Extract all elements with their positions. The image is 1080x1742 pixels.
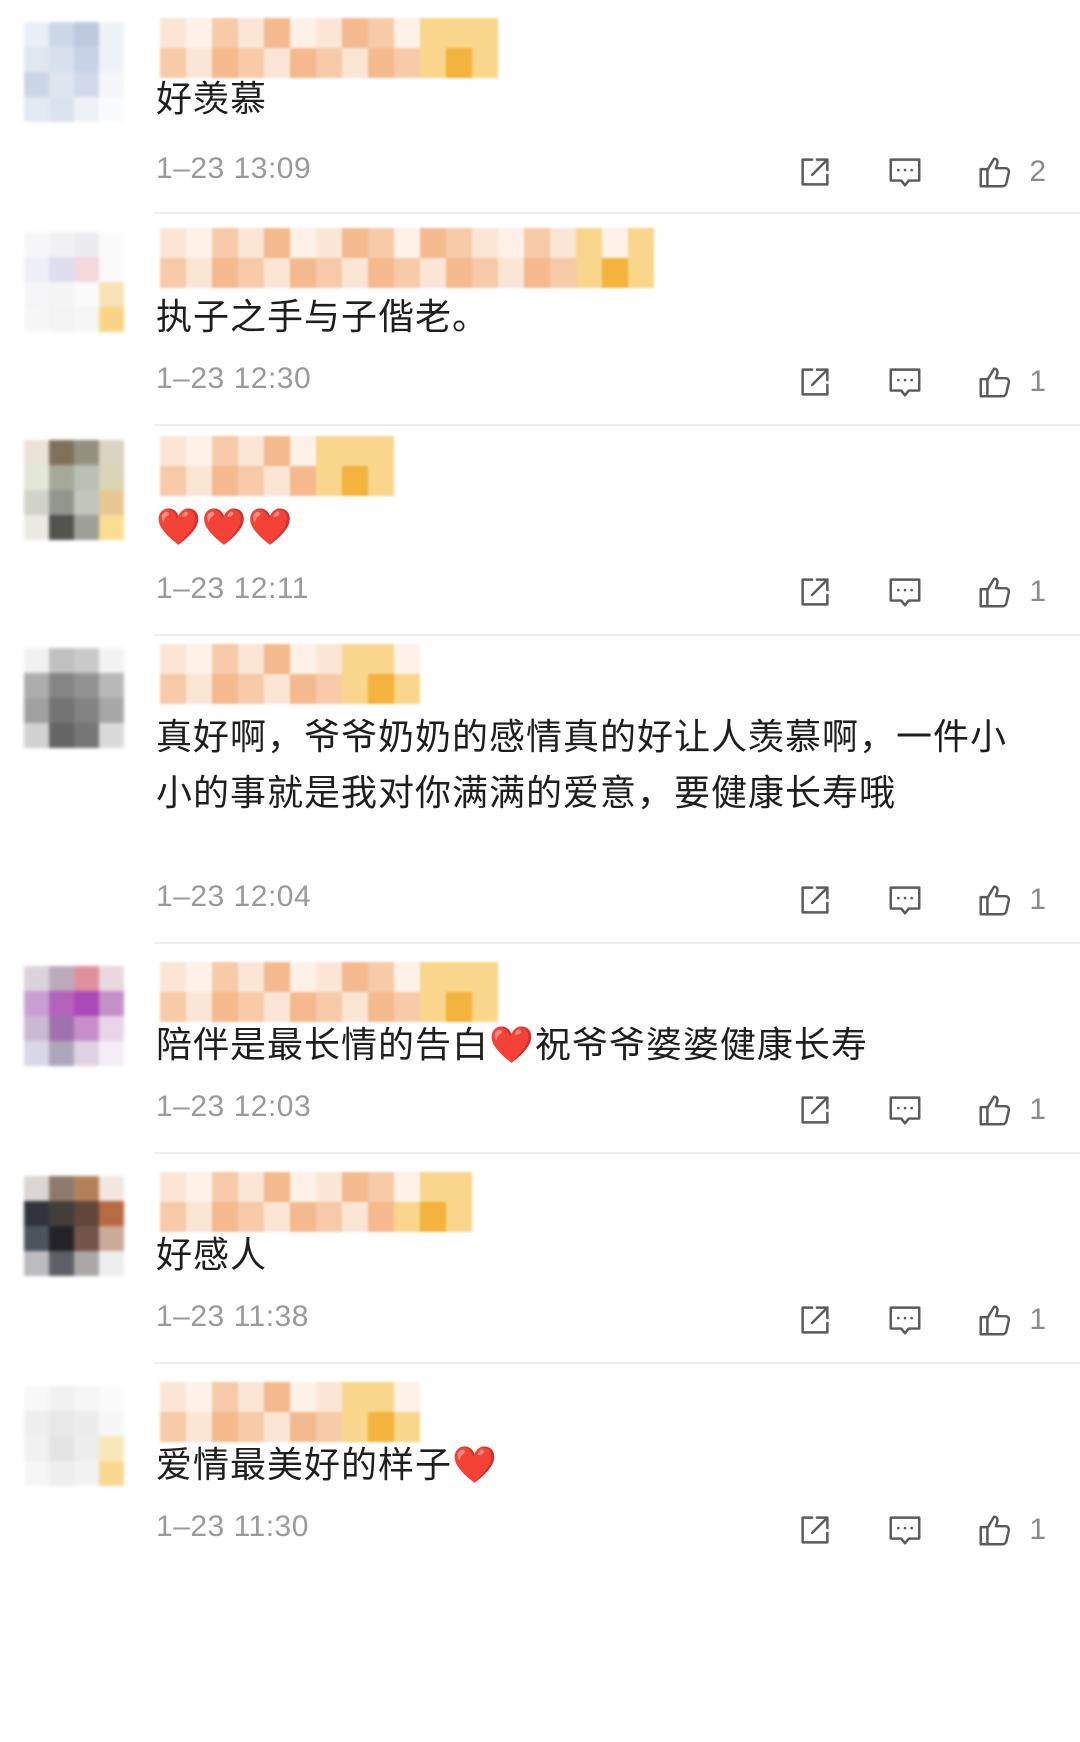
comment-timestamp: 1–23 11:38 <box>156 1300 309 1333</box>
comment-text: 执子之手与子偕老。 <box>156 297 490 338</box>
share-icon[interactable] <box>793 570 837 614</box>
like-button[interactable]: 1 <box>973 1298 1046 1342</box>
username-blurred[interactable] <box>160 962 520 1022</box>
share-icon[interactable] <box>793 1088 837 1132</box>
comment-text: 陪伴是最长情的告白❤️祝爷爷婆婆健康长寿 <box>156 1025 868 1066</box>
thumbs-up-icon[interactable] <box>973 878 1017 922</box>
like-count: 1 <box>1029 1513 1046 1546</box>
comment-timestamp: 1–23 12:30 <box>156 362 312 395</box>
share-icon[interactable] <box>793 1298 837 1342</box>
like-count: 2 <box>1029 155 1046 188</box>
comment-actions: 1 <box>793 1298 1046 1342</box>
like-button[interactable]: 1 <box>973 1088 1046 1132</box>
comment-timestamp: 1–23 12:04 <box>156 880 312 913</box>
thumbs-up-icon[interactable] <box>973 150 1017 194</box>
comment-actions: 1 <box>793 1088 1046 1132</box>
comment-icon[interactable] <box>883 1298 927 1342</box>
comment-icon[interactable] <box>883 150 927 194</box>
comment-text: 好感人 <box>156 1235 268 1276</box>
divider <box>154 634 1080 636</box>
comment-actions: 2 <box>793 150 1046 194</box>
avatar[interactable] <box>24 1386 124 1486</box>
username-blurred[interactable] <box>160 436 520 496</box>
comment-actions: 1 <box>793 570 1046 614</box>
divider <box>154 424 1080 426</box>
comment-icon[interactable] <box>883 1088 927 1132</box>
avatar[interactable] <box>24 966 124 1066</box>
comment-text: 真好啊，爷爷奶奶的感情真的好让人羡慕啊，一件小小的事就是我对你满满的爱意，要健康… <box>156 717 1008 814</box>
avatar[interactable] <box>24 1176 124 1276</box>
comment-timestamp: 1–23 13:09 <box>156 152 312 185</box>
avatar[interactable] <box>24 440 124 540</box>
comment-actions: 1 <box>793 878 1046 922</box>
comment-icon[interactable] <box>883 878 927 922</box>
comment-text: ❤️❤️❤️ <box>156 507 294 548</box>
like-button[interactable]: 1 <box>973 360 1046 404</box>
divider <box>154 942 1080 944</box>
username-blurred[interactable] <box>160 644 520 704</box>
divider <box>154 1362 1080 1364</box>
comment-icon[interactable] <box>883 1508 927 1552</box>
comment-icon[interactable] <box>883 570 927 614</box>
thumbs-up-icon[interactable] <box>973 360 1017 404</box>
share-icon[interactable] <box>793 150 837 194</box>
comment-text: 好羡慕 <box>156 79 268 120</box>
share-icon[interactable] <box>793 1508 837 1552</box>
comment-actions: 1 <box>793 360 1046 404</box>
thumbs-up-icon[interactable] <box>973 1088 1017 1132</box>
comment-timestamp: 1–23 11:30 <box>156 1510 309 1543</box>
thumbs-up-icon[interactable] <box>973 1298 1017 1342</box>
comment-timestamp: 1–23 12:11 <box>156 572 309 605</box>
like-button[interactable]: 1 <box>973 1508 1046 1552</box>
like-count: 1 <box>1029 883 1046 916</box>
avatar[interactable] <box>24 232 124 332</box>
comment-icon[interactable] <box>883 360 927 404</box>
avatar[interactable] <box>24 22 124 122</box>
like-count: 1 <box>1029 1093 1046 1126</box>
like-button[interactable]: 1 <box>973 878 1046 922</box>
username-blurred[interactable] <box>160 1382 520 1442</box>
thumbs-up-icon[interactable] <box>973 570 1017 614</box>
username-blurred[interactable] <box>160 1172 520 1232</box>
avatar[interactable] <box>24 648 124 748</box>
divider <box>154 1152 1080 1154</box>
username-blurred[interactable] <box>160 228 654 288</box>
username-blurred[interactable] <box>160 18 520 78</box>
share-icon[interactable] <box>793 878 837 922</box>
thumbs-up-icon[interactable] <box>973 1508 1017 1552</box>
like-button[interactable]: 1 <box>973 570 1046 614</box>
comment-actions: 1 <box>793 1508 1046 1552</box>
like-count: 1 <box>1029 365 1046 398</box>
like-count: 1 <box>1029 1303 1046 1336</box>
comment-timestamp: 1–23 12:03 <box>156 1090 312 1123</box>
divider <box>154 212 1080 214</box>
comment-text: 爱情最美好的样子❤️ <box>156 1445 498 1486</box>
like-count: 1 <box>1029 575 1046 608</box>
comment-list: 好羡慕 1–23 13:09 2 执子之手与子偕老。 1–23 12:30 1 ❤️❤️❤️… <box>0 0 1080 1742</box>
share-icon[interactable] <box>793 360 837 404</box>
like-button[interactable]: 2 <box>973 150 1046 194</box>
